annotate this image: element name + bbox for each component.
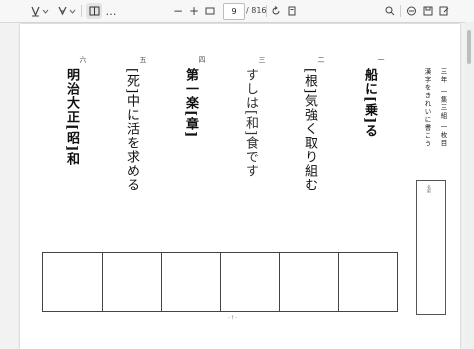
chevron-down-icon[interactable] — [41, 3, 49, 19]
question-1: 船に[乗]る — [362, 68, 377, 139]
page-total: / 816 — [246, 6, 267, 15]
answer-cell[interactable] — [43, 253, 102, 311]
answer-cell[interactable] — [102, 253, 161, 311]
question-number: 五 — [139, 56, 147, 63]
toolbar: … − + 9 / 816 — [0, 0, 474, 23]
answer-cell[interactable] — [220, 253, 279, 311]
answer-cell[interactable] — [338, 253, 397, 311]
more-icon[interactable]: … — [104, 3, 118, 19]
search-icon[interactable] — [384, 3, 396, 19]
question-number: 四 — [198, 56, 206, 63]
chevron-down-icon[interactable] — [68, 3, 76, 19]
center-mark: - † - — [228, 315, 238, 321]
page-number-input[interactable]: 9 — [223, 3, 245, 20]
highlight-icon[interactable] — [55, 3, 69, 19]
question-number: 二 — [317, 56, 325, 63]
instruction: 漢字をきれいに書こう — [423, 68, 431, 148]
vertical-scrollbar[interactable] — [465, 22, 474, 349]
answer-cell[interactable] — [161, 253, 220, 311]
save-as-icon[interactable] — [438, 3, 450, 19]
question-4: 第一楽[章] — [183, 68, 198, 139]
zoom-out-icon[interactable]: − — [172, 3, 184, 19]
class-line: 三年 一集三組 一枚目 — [439, 68, 447, 148]
answer-cell[interactable] — [279, 253, 338, 311]
rotate-icon[interactable] — [270, 3, 282, 19]
read-aloud-icon[interactable] — [405, 3, 417, 19]
question-6: 明治大正[昭]和 — [64, 68, 79, 167]
page-view-icon[interactable] — [286, 3, 298, 19]
question-number: 一 — [377, 56, 385, 63]
fit-page-icon[interactable] — [204, 3, 216, 19]
question-5: [死]中に活を求める — [124, 68, 139, 193]
save-icon[interactable] — [422, 3, 434, 19]
question-number: 三 — [258, 56, 266, 63]
question-number: 六 — [79, 56, 87, 63]
scrollbar-thumb[interactable] — [467, 30, 471, 64]
draw-icon[interactable] — [28, 3, 42, 19]
answer-grid — [42, 252, 398, 312]
name-box[interactable]: 名前 — [416, 180, 446, 315]
zoom-in-icon[interactable]: + — [188, 3, 200, 19]
name-label: 名前 — [427, 185, 432, 193]
question-2: [根]気強く取り組む — [302, 68, 317, 193]
document-page: 三年 一集三組 一枚目 漢字をきれいに書こう 名前 一 船に[乗]る 二 [根]… — [20, 24, 460, 349]
question-3: すしは[和]食です — [243, 68, 258, 179]
reading-view-icon[interactable] — [86, 3, 102, 19]
